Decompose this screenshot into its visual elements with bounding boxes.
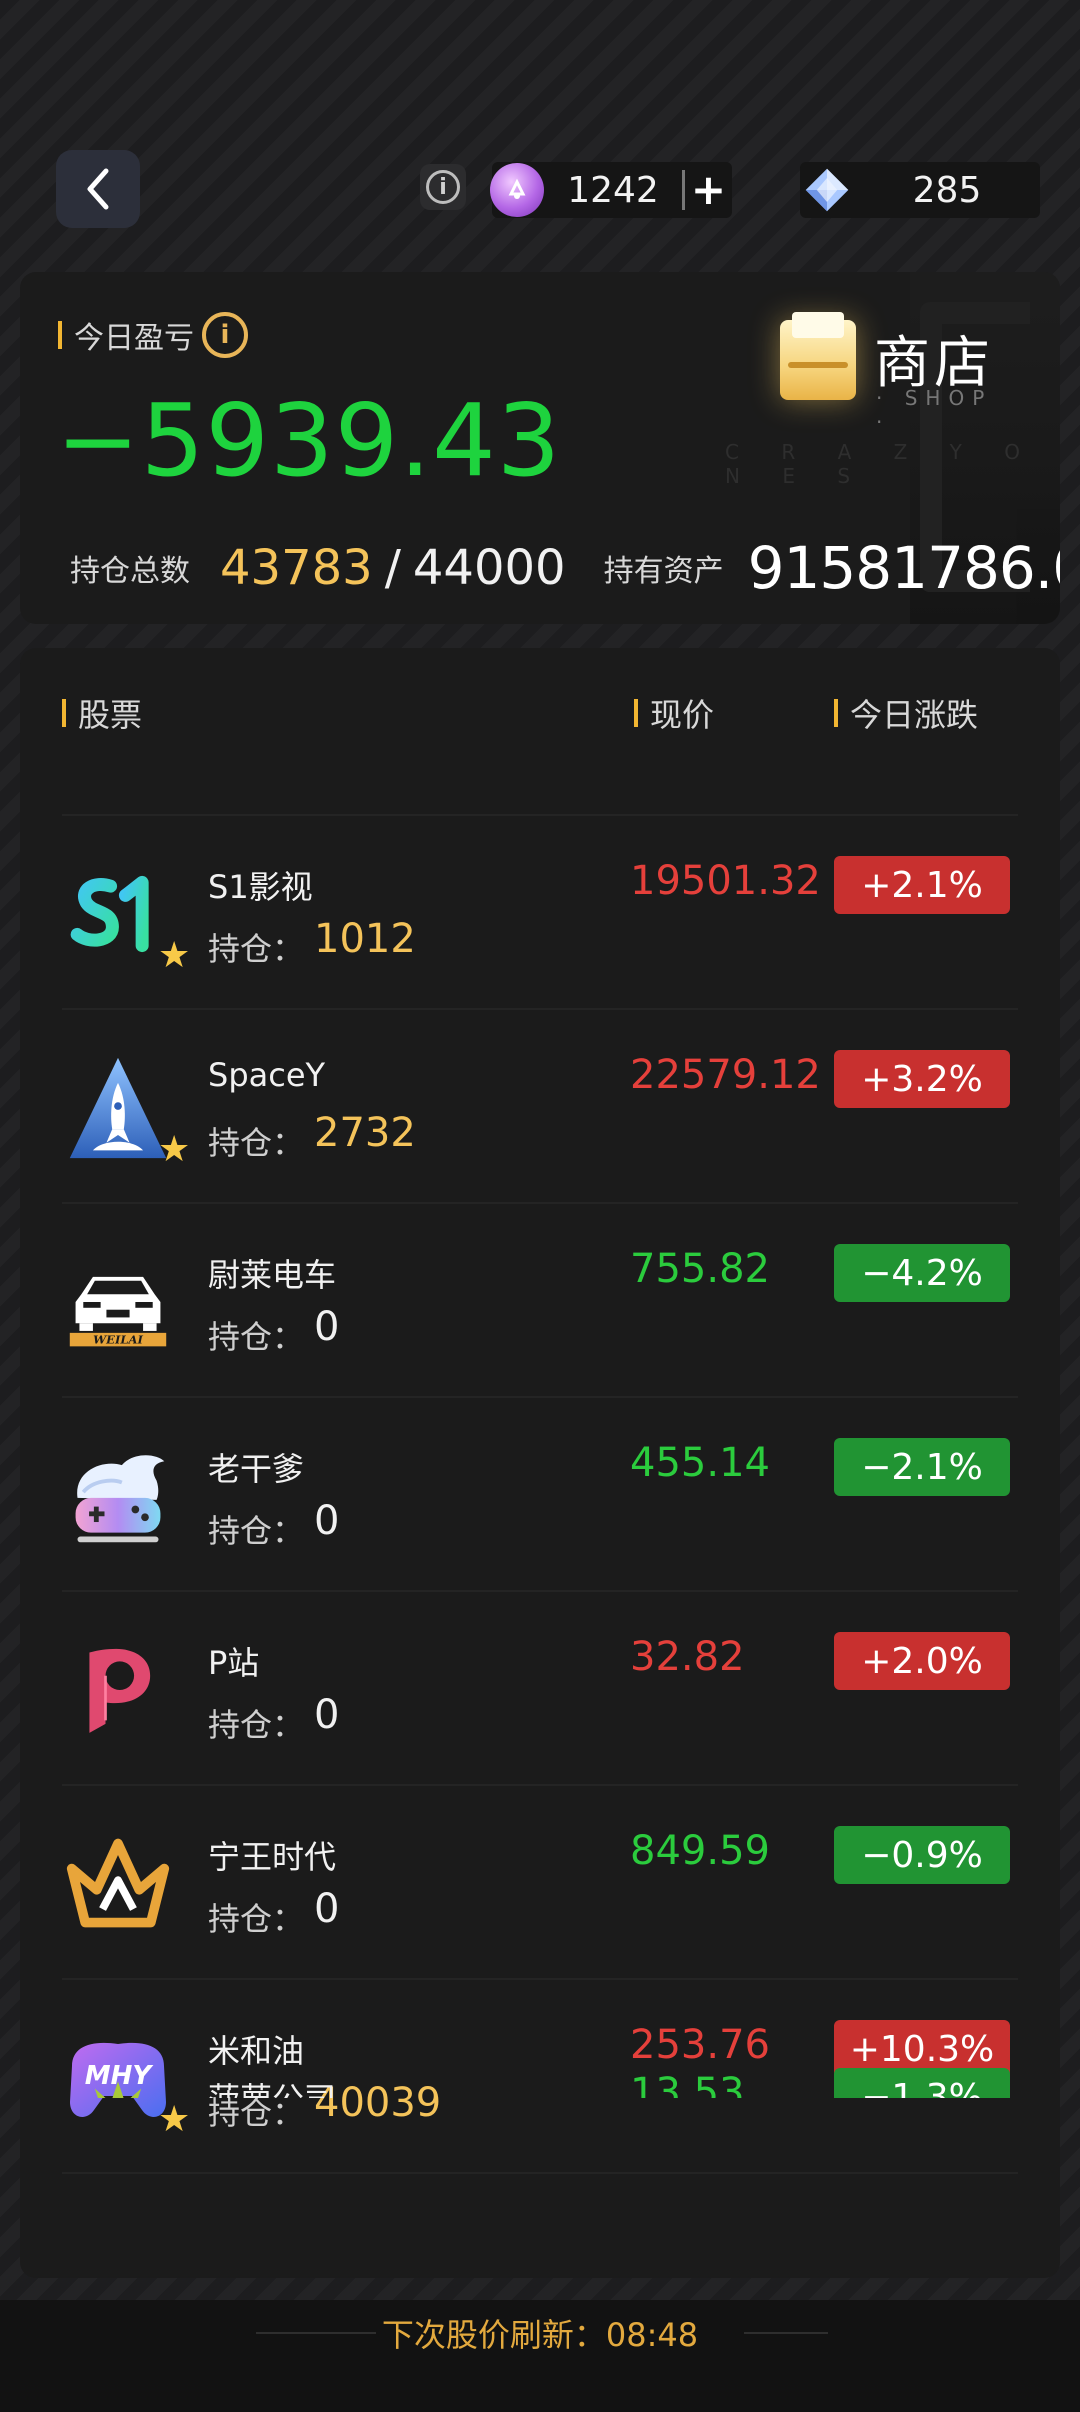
info-icon[interactable]: i: [202, 312, 248, 358]
p-logo-icon: [62, 1634, 174, 1746]
header-price: 现价: [634, 690, 714, 736]
info-button[interactable]: i: [420, 164, 466, 210]
header-change-label: 今日涨跌: [850, 696, 979, 734]
crown-logo-icon: [62, 1828, 174, 1940]
gem-icon: [800, 163, 854, 217]
stock-price: 755.82: [630, 1246, 770, 1292]
star-icon: ★: [158, 935, 191, 976]
coin-icon: [490, 163, 544, 217]
table-row[interactable]: ★ SpaceY 持仓： 2732 22579.12 +3.2%: [20, 1010, 1060, 1204]
change-badge: −1.3%: [834, 2068, 1010, 2098]
back-button[interactable]: [56, 150, 140, 228]
table-row[interactable]: 老干爹 持仓： 0 455.14 −2.1%: [20, 1398, 1060, 1592]
change-badge: +2.1%: [834, 856, 1010, 914]
label-bar: [58, 321, 62, 349]
shop-icon: [780, 312, 856, 400]
holdings-label: 持仓总数: [70, 554, 190, 589]
add-coins-button[interactable]: +: [682, 169, 732, 211]
change-badge: −2.1%: [834, 1438, 1010, 1496]
table-header: 股票 现价 今日涨跌: [20, 690, 1060, 740]
gem-balance: 285: [800, 162, 1040, 218]
partial-row-viewport: 菠萝公司 13.53 −1.3%: [20, 2028, 1060, 2098]
assets-label: 持有资产: [603, 554, 724, 589]
refresh-footer: 下次股价刷新：08:48: [0, 2300, 1080, 2412]
table-row[interactable]: 菠萝公司 13.53 −1.3%: [20, 2028, 1060, 2098]
watermark-text: C R A Z Y O N E S: [725, 440, 1038, 488]
label-bar: [634, 699, 638, 727]
position-value: 2732: [314, 1110, 416, 1156]
shop-sublabel: · SHOP ·: [876, 386, 993, 434]
daily-pnl-header: 今日盈亏 i: [58, 312, 248, 358]
stock-name: P站: [208, 1644, 260, 1682]
stock-price: 19501.32: [630, 858, 821, 904]
stock-name: 老干爹: [208, 1450, 305, 1488]
stock-name: 宁王时代: [208, 1838, 337, 1876]
gamepad-hair-logo-icon: [62, 1440, 174, 1552]
star-icon: ★: [158, 2099, 191, 2140]
position-value: 0: [314, 1304, 340, 1350]
car-logo-icon: WEILAI: [62, 1246, 174, 1358]
header-stock: 股票: [62, 690, 142, 736]
change-badge: +3.2%: [834, 1050, 1010, 1108]
daily-pnl-value: −5939.43: [56, 382, 562, 499]
stock-price: 849.59: [630, 1828, 770, 1874]
header-stock-label: 股票: [78, 696, 143, 734]
label-bar: [834, 699, 838, 727]
table-row[interactable]: 宁王时代 持仓： 0 849.59 −0.9%: [20, 1786, 1060, 1980]
holdings-row: 持仓总数 43783 / 44000 持有资产 91581786.07: [58, 534, 1060, 602]
info-icon: i: [426, 170, 460, 204]
position-label: 持仓：: [208, 930, 305, 968]
coin-balance: 1242 +: [490, 162, 732, 218]
change-badge: −0.9%: [834, 1826, 1010, 1884]
svg-text:WEILAI: WEILAI: [93, 1332, 143, 1346]
header-price-label: 现价: [650, 696, 715, 734]
stock-name: 菠萝公司: [208, 2074, 336, 2098]
assets-value: 91581786.07: [747, 534, 1060, 602]
position-value: 0: [314, 1886, 340, 1932]
stock-name: 尉莱电车: [208, 1256, 337, 1294]
position-label: 持仓：: [208, 1124, 305, 1162]
stock-name: SpaceY: [208, 1056, 326, 1094]
pineapple-logo-icon: [62, 2070, 174, 2098]
position-value: 1012: [314, 916, 416, 962]
position-label: 持仓：: [208, 1318, 305, 1356]
summary-card: C R A Z Y O N E S 今日盈亏 i −5939.43 商店 · S…: [20, 272, 1060, 624]
table-row[interactable]: P站 持仓： 0 32.82 +2.0%: [20, 1592, 1060, 1786]
table-row[interactable]: WEILAI 尉莱电车 持仓： 0 755.82 −4.2%: [20, 1204, 1060, 1398]
stock-name: S1影视: [208, 868, 313, 906]
stock-table: 股票 现价 今日涨跌 ★ S1影视 持仓： 1012 19501.32 +2.1…: [20, 648, 1060, 2278]
refresh-countdown: 下次股价刷新：08:48: [381, 2316, 699, 2354]
stock-price: 32.82: [630, 1634, 745, 1680]
star-icon: ★: [158, 1129, 191, 1170]
holdings-count: 43783: [220, 540, 373, 596]
coin-value: 1242: [567, 169, 659, 211]
holdings-separator: /: [384, 540, 401, 596]
chevron-left-icon: [87, 168, 109, 210]
position-value: 0: [314, 1498, 340, 1544]
change-badge: −4.2%: [834, 1244, 1010, 1302]
top-bar: i 1242 + 285: [0, 0, 1080, 270]
shop-button[interactable]: 商店 · SHOP ·: [760, 312, 1000, 434]
stock-list[interactable]: ★ S1影视 持仓： 1012 19501.32 +2.1% ★ SpaceY: [20, 816, 1060, 2174]
gem-value: 285: [912, 169, 982, 211]
label-bar: [62, 699, 66, 727]
daily-pnl-label: 今日盈亏: [74, 321, 194, 356]
holdings-max: 44000: [412, 540, 566, 596]
position-label: 持仓：: [208, 1706, 305, 1744]
position-value: 0: [314, 1692, 340, 1738]
position-label: 持仓：: [208, 1512, 305, 1550]
stock-price: 13.53: [630, 2070, 745, 2098]
table-row[interactable]: ★ S1影视 持仓： 1012 19501.32 +2.1%: [20, 816, 1060, 1010]
stock-price: 455.14: [630, 1440, 770, 1486]
position-label: 持仓：: [208, 1900, 305, 1938]
stock-price: 22579.12: [630, 1052, 821, 1098]
header-change: 今日涨跌: [834, 690, 978, 736]
change-badge: +2.0%: [834, 1632, 1010, 1690]
